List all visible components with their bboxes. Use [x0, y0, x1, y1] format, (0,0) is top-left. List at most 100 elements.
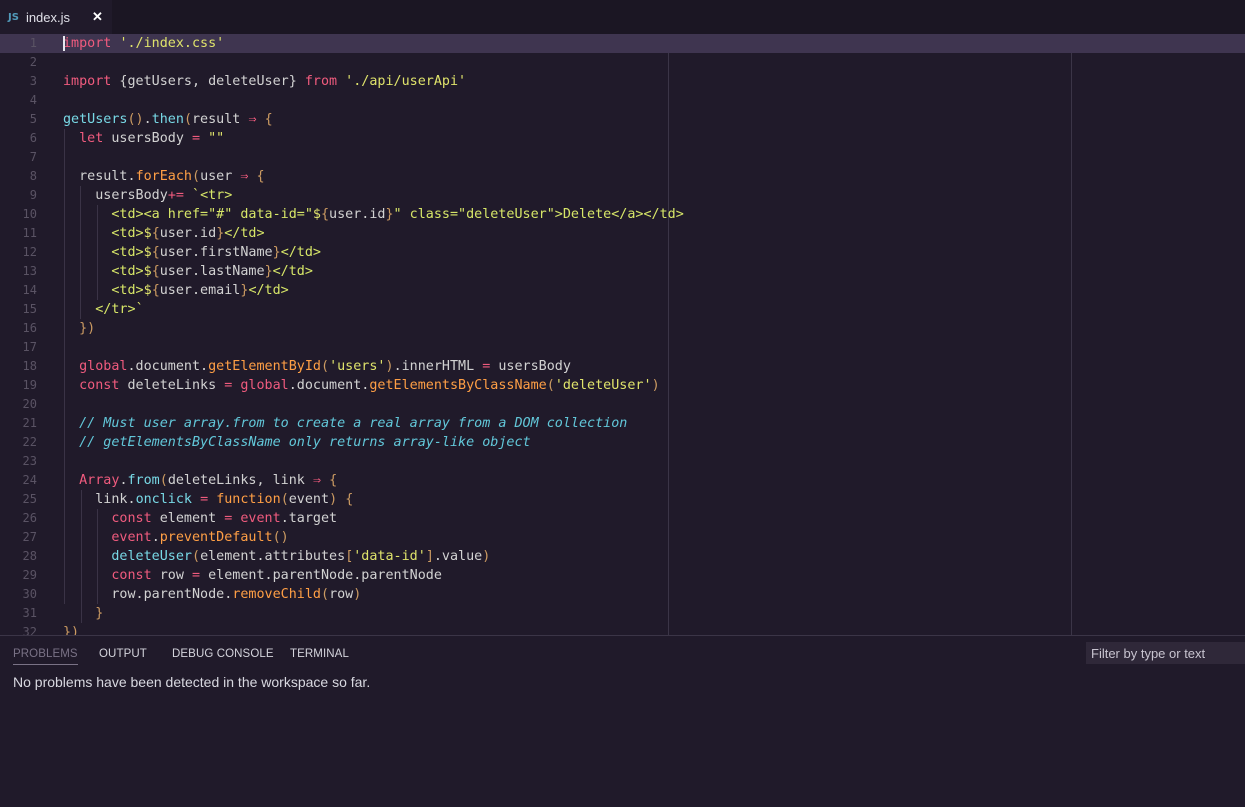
- code-line[interactable]: 24 Array.from(deleteLinks, link ⇒ {: [0, 471, 1245, 490]
- code-token: (: [321, 587, 330, 602]
- tab-terminal[interactable]: TERMINAL: [290, 648, 349, 660]
- code-line[interactable]: 18 global.document.getElementById('users…: [0, 357, 1245, 376]
- code-line[interactable]: 9 usersBody+= `<tr>: [0, 186, 1245, 205]
- code-text: import {getUsers, deleteUser} from './ap…: [63, 72, 466, 91]
- line-number: 9: [29, 188, 37, 202]
- code-token: `: [192, 188, 201, 203]
- code-line[interactable]: 17: [0, 338, 1245, 357]
- code-token: forEach: [135, 169, 192, 184]
- code-line[interactable]: 32}): [0, 623, 1245, 635]
- line-number: 24: [22, 473, 37, 487]
- code-line[interactable]: 27 event.preventDefault(): [0, 528, 1245, 547]
- code-token: $: [143, 264, 152, 279]
- code-line[interactable]: 8 result.forEach(user ⇒ {: [0, 167, 1245, 186]
- code-line[interactable]: 1 import './index.css': [0, 34, 1245, 53]
- code-line[interactable]: 30 row.parentNode.removeChild(row): [0, 585, 1245, 604]
- code-line[interactable]: 20: [0, 395, 1245, 414]
- code-text: }): [63, 623, 79, 635]
- code-line[interactable]: 26 const element = event.target: [0, 509, 1245, 528]
- code-token: $: [143, 245, 152, 260]
- code-line[interactable]: 11 <td>${user.id}</td>: [0, 224, 1245, 243]
- code-line[interactable]: 16 }): [0, 319, 1245, 338]
- code-line[interactable]: 29 const row = element.parentNode.parent…: [0, 566, 1245, 585]
- line-number: 3: [29, 74, 37, 88]
- code-token: (: [159, 473, 168, 488]
- code-token: }: [95, 606, 104, 621]
- code-line[interactable]: 10 <td><a href="#" data-id="${user.id}" …: [0, 205, 1245, 224]
- line-number: 2: [29, 55, 37, 69]
- code-token: user.id: [329, 207, 386, 222]
- tab-output[interactable]: OUTPUT: [99, 648, 147, 660]
- code-token: .value: [433, 549, 483, 564]
- code-token: .: [143, 112, 152, 127]
- code-token: getElementById: [208, 359, 321, 374]
- code-token: =: [192, 568, 201, 583]
- problems-message: No problems have been detected in the wo…: [13, 674, 371, 690]
- code-token: <td>: [111, 283, 144, 298]
- close-icon[interactable]: ✕: [92, 9, 103, 25]
- code-token: ): [329, 492, 338, 507]
- code-token: getElementsByClassName: [369, 378, 547, 393]
- code-line[interactable]: 2: [0, 53, 1245, 72]
- line-number: 32: [22, 625, 37, 635]
- text-cursor: [63, 36, 65, 51]
- code-token: 'deleteUser': [554, 378, 652, 393]
- code-line[interactable]: 21 // Must user array.from to create a r…: [0, 414, 1245, 433]
- code-token: event: [288, 492, 330, 507]
- code-token: usersBody: [103, 131, 192, 146]
- code-line[interactable]: 4: [0, 91, 1245, 110]
- code-line[interactable]: 6 let usersBody = "": [0, 129, 1245, 148]
- code-line[interactable]: 13 <td>${user.lastName}</td>: [0, 262, 1245, 281]
- code-line[interactable]: 31 }: [0, 604, 1245, 623]
- code-editor[interactable]: 1 import './index.css' 2 3 import {getUsers,…: [0, 34, 1245, 635]
- code-token: const: [111, 568, 152, 583]
- line-number: 13: [22, 264, 37, 278]
- code-token: {: [345, 492, 354, 507]
- indent-guide: [97, 205, 98, 300]
- filter-input[interactable]: [1086, 642, 1245, 664]
- code-token: element: [151, 511, 225, 526]
- code-text: <td><a href="#" data-id="${user.id}" cla…: [63, 205, 683, 224]
- code-line[interactable]: 12 <td>${user.firstName}</td>: [0, 243, 1245, 262]
- code-line[interactable]: 5 getUsers().then(result ⇒ {: [0, 110, 1245, 129]
- code-text: global.document.getElementById('users').…: [63, 357, 571, 376]
- code-line[interactable]: 7: [0, 148, 1245, 167]
- line-number: 17: [22, 340, 37, 354]
- code-token: usersBody: [490, 359, 571, 374]
- code-line[interactable]: 22 // getElementsByClassName only return…: [0, 433, 1245, 452]
- code-token: let: [79, 131, 104, 146]
- code-text: row.parentNode.removeChild(row): [63, 585, 361, 604]
- code-text: link.onclick = function(event) {: [63, 490, 353, 509]
- code-token: "": [208, 131, 225, 146]
- code-token: </td>: [224, 226, 265, 241]
- code-line[interactable]: 25 link.onclick = function(event) {: [0, 490, 1245, 509]
- code-text: getUsers().then(result ⇒ {: [63, 110, 273, 129]
- line-number: 1: [29, 36, 37, 50]
- tab-problems[interactable]: PROBLEMS: [13, 648, 78, 665]
- code-line[interactable]: 23: [0, 452, 1245, 471]
- code-token: <td>: [111, 245, 144, 260]
- code-token: element.parentNode.parentNode: [200, 568, 442, 583]
- tab-index-js[interactable]: JS index.js ✕: [0, 0, 112, 34]
- code-line[interactable]: 28 deleteUser(element.attributes['data-i…: [0, 547, 1245, 566]
- code-line[interactable]: 14 <td>${user.email}</td>: [0, 281, 1245, 300]
- code-token: .target: [280, 511, 338, 526]
- code-line[interactable]: 15 </tr>`: [0, 300, 1245, 319]
- code-token: row.parentNode.: [63, 587, 233, 602]
- line-number: 6: [29, 131, 37, 145]
- code-line[interactable]: 3 import {getUsers, deleteUser} from './a…: [0, 72, 1245, 91]
- code-token: (: [192, 549, 201, 564]
- code-line[interactable]: 19 const deleteLinks = global.document.g…: [0, 376, 1245, 395]
- code-token: <td><a href="#" data-id=": [111, 207, 313, 222]
- tab-debug-console[interactable]: DEBUG CONSOLE: [172, 648, 274, 660]
- tab-label: index.js: [25, 9, 71, 25]
